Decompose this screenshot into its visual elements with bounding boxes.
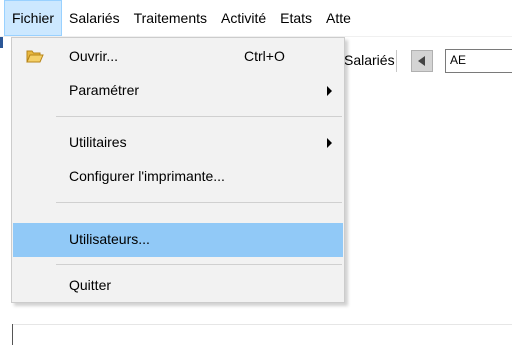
- fichier-dropdown-menu: Ouvrir... Ctrl+O Paramétrer Utilitaires …: [11, 37, 345, 303]
- menu-fichier[interactable]: Fichier: [4, 0, 63, 36]
- menu-item-label: Utilisateurs...: [69, 231, 150, 247]
- menu-item-ouvrir[interactable]: Ouvrir... Ctrl+O: [13, 40, 343, 74]
- menu-item-parametrer[interactable]: Paramétrer: [13, 74, 343, 108]
- menu-item-label: Paramétrer: [69, 82, 140, 98]
- toolbar: Salariés AE: [344, 44, 512, 78]
- menu-item-label: Ouvrir...: [69, 48, 119, 64]
- submenu-arrow-icon: [327, 86, 332, 96]
- menu-item-configurer-imprimante[interactable]: Configurer l'imprimante...: [13, 160, 343, 194]
- window-border: [12, 324, 512, 325]
- menu-item-label: Quitter: [69, 277, 112, 293]
- menu-separator: [56, 116, 342, 117]
- menu-atte[interactable]: Atte: [319, 0, 358, 36]
- toolbar-salaries-label: Salariés: [344, 52, 395, 68]
- folder-open-icon: [26, 50, 44, 63]
- menu-separator: [56, 202, 342, 203]
- menu-item-quitter[interactable]: Quitter: [13, 269, 343, 303]
- menu-item-utilisateurs[interactable]: Utilisateurs...: [13, 223, 343, 257]
- menu-item-utilitaires[interactable]: Utilitaires: [13, 126, 343, 160]
- window-border-left: [12, 324, 13, 345]
- submenu-arrow-icon: [327, 138, 332, 148]
- menu-activite[interactable]: Activité: [214, 0, 273, 36]
- menu-bar: Fichier Salariés Traitements Activité Et…: [0, 0, 512, 37]
- menu-item-label: Configurer l'imprimante...: [69, 168, 225, 184]
- previous-icon[interactable]: [411, 50, 433, 72]
- menu-salaries[interactable]: Salariés: [62, 0, 127, 36]
- menu-item-label: Utilitaires: [69, 134, 127, 150]
- menu-separator: [56, 264, 342, 265]
- toolbar-separator: [396, 50, 397, 72]
- menu-traitements[interactable]: Traitements: [127, 0, 214, 36]
- menu-etats[interactable]: Etats: [273, 0, 319, 36]
- toolbar-input[interactable]: AE: [445, 49, 512, 73]
- menu-item-shortcut: Ctrl+O: [244, 48, 285, 64]
